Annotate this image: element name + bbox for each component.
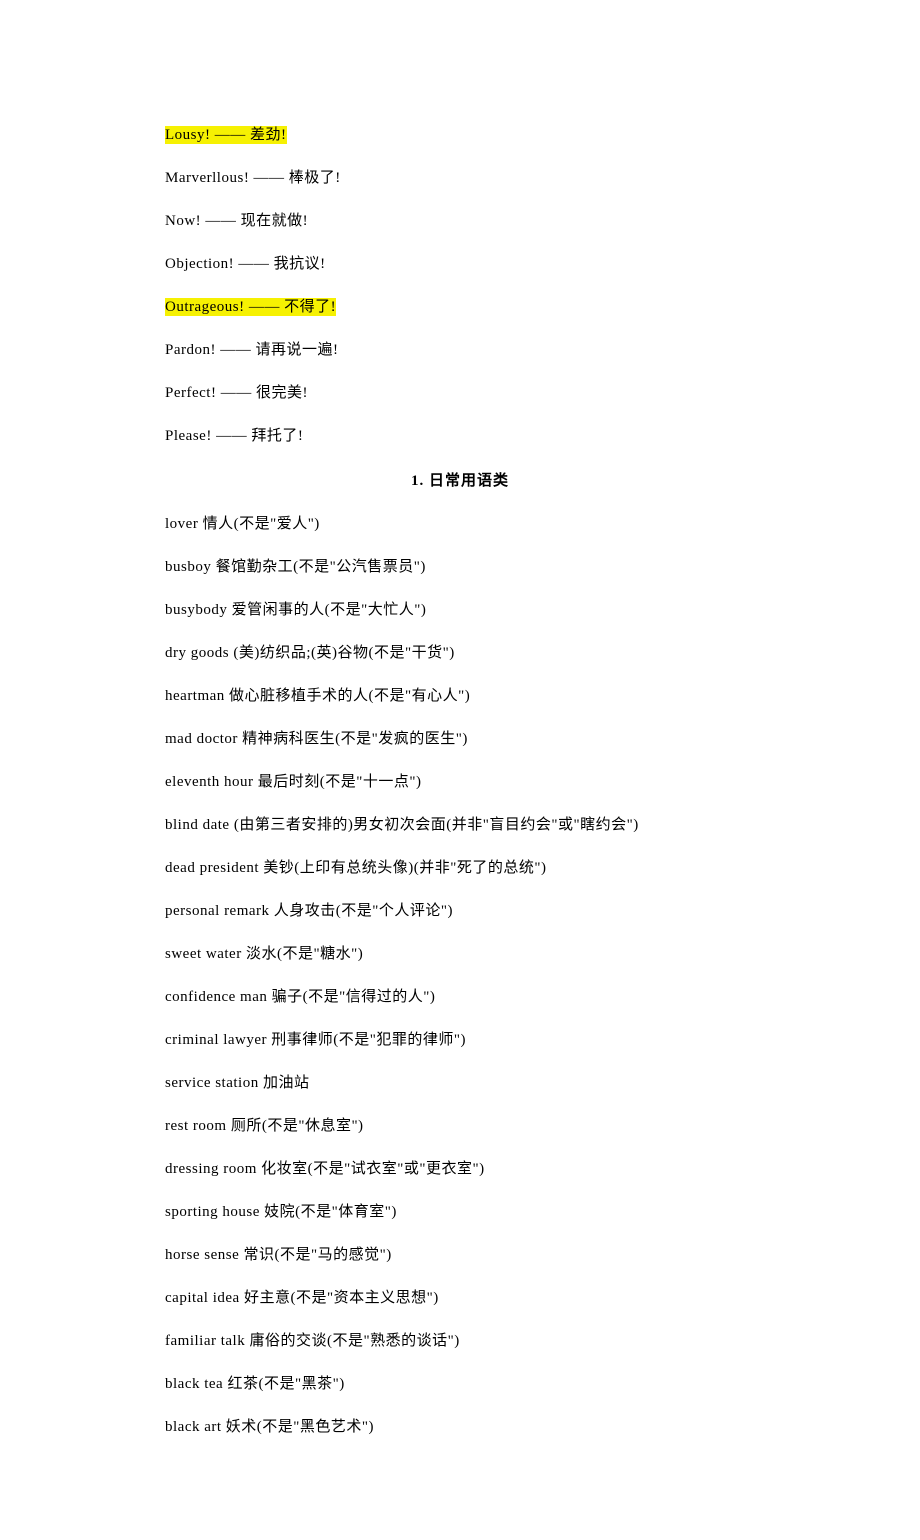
vocab-line: heartman 做心脏移植手术的人(不是"有心人") xyxy=(165,686,755,707)
expression-line: Lousy! —— 差劲! xyxy=(165,125,755,146)
expression-line: Outrageous! —— 不得了! xyxy=(165,297,755,318)
section-title: 1. 日常用语类 xyxy=(165,469,755,490)
vocab-line: busybody 爱管闲事的人(不是"大忙人") xyxy=(165,600,755,621)
vocab-line: dead president 美钞(上印有总统头像)(并非"死了的总统") xyxy=(165,858,755,879)
expressions-list: Lousy! —— 差劲! Marverllous! —— 棒极了! Now! ——… xyxy=(165,125,755,447)
vocab-line: blind date (由第三者安排的)男女初次会面(并非"盲目约会"或"瞎约会… xyxy=(165,815,755,836)
vocab-line: sweet water 淡水(不是"糖水") xyxy=(165,944,755,965)
expression-line: Please! —— 拜托了! xyxy=(165,426,755,447)
vocab-line: confidence man 骗子(不是"信得过的人") xyxy=(165,987,755,1008)
highlighted-text: Outrageous! —— 不得了! xyxy=(165,298,336,316)
vocab-line: dressing room 化妆室(不是"试衣室"或"更衣室") xyxy=(165,1159,755,1180)
vocab-line: personal remark 人身攻击(不是"个人评论") xyxy=(165,901,755,922)
vocab-line: black art 妖术(不是"黑色艺术") xyxy=(165,1417,755,1438)
highlighted-text: Lousy! —— 差劲! xyxy=(165,126,287,144)
vocab-line: dry goods (美)纺织品;(英)谷物(不是"干货") xyxy=(165,643,755,664)
vocab-line: black tea 红茶(不是"黑茶") xyxy=(165,1374,755,1395)
vocab-line: familiar talk 庸俗的交谈(不是"熟悉的谈话") xyxy=(165,1331,755,1352)
vocab-list: lover 情人(不是"爱人") busboy 餐馆勤杂工(不是"公汽售票员") b… xyxy=(165,514,755,1438)
vocab-line: mad doctor 精神病科医生(不是"发疯的医生") xyxy=(165,729,755,750)
vocab-line: capital idea 好主意(不是"资本主义思想") xyxy=(165,1288,755,1309)
expression-line: Objection! —— 我抗议! xyxy=(165,254,755,275)
vocab-line: rest room 厕所(不是"休息室") xyxy=(165,1116,755,1137)
vocab-line: eleventh hour 最后时刻(不是"十一点") xyxy=(165,772,755,793)
expression-line: Perfect! —— 很完美! xyxy=(165,383,755,404)
vocab-line: busboy 餐馆勤杂工(不是"公汽售票员") xyxy=(165,557,755,578)
vocab-line: criminal lawyer 刑事律师(不是"犯罪的律师") xyxy=(165,1030,755,1051)
vocab-line: service station 加油站 xyxy=(165,1073,755,1094)
expression-line: Marverllous! —— 棒极了! xyxy=(165,168,755,189)
vocab-line: horse sense 常识(不是"马的感觉") xyxy=(165,1245,755,1266)
expression-line: Pardon! —— 请再说一遍! xyxy=(165,340,755,361)
vocab-line: sporting house 妓院(不是"体育室") xyxy=(165,1202,755,1223)
vocab-line: lover 情人(不是"爱人") xyxy=(165,514,755,535)
expression-line: Now! —— 现在就做! xyxy=(165,211,755,232)
